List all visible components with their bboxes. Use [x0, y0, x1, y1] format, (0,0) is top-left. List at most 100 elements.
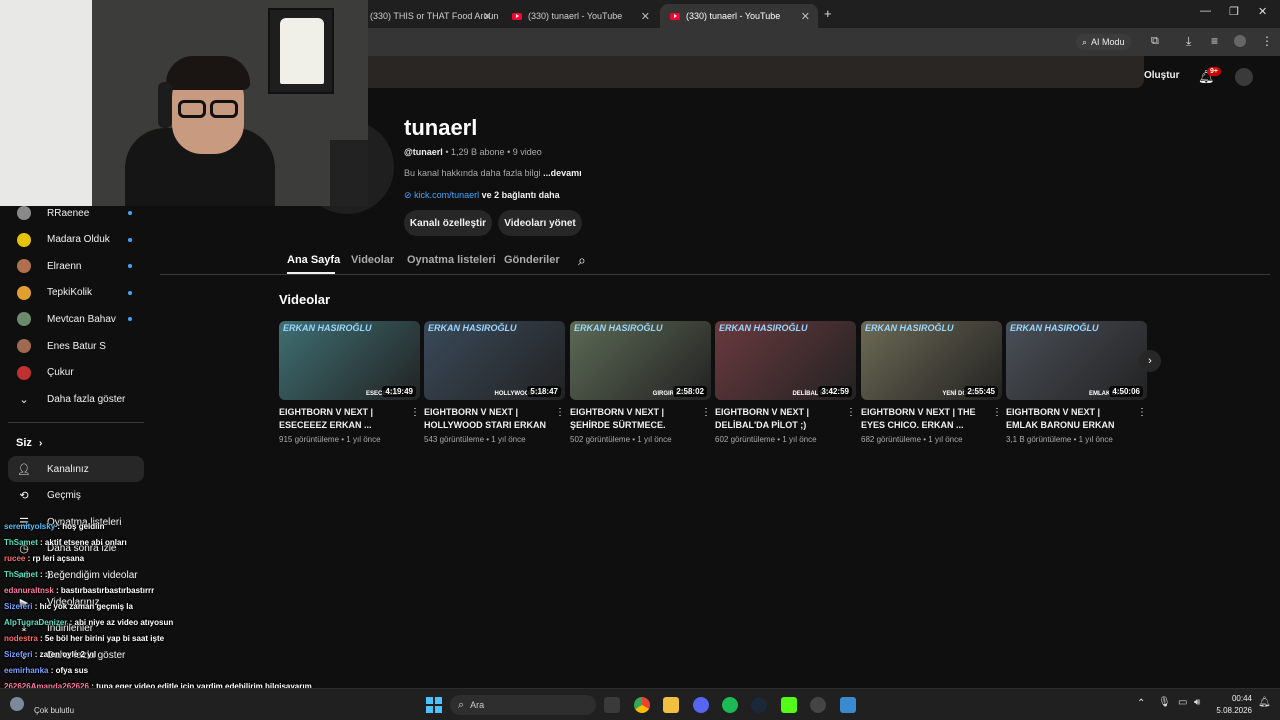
ai-mode-button[interactable]: ⌕ AI Modu [1076, 34, 1131, 50]
weather-label[interactable]: Çok bulutlu [34, 706, 74, 715]
task-view-icon[interactable] [604, 697, 620, 713]
taskbar-search[interactable]: ⌕ Ara [450, 695, 596, 715]
sidebar-subscription[interactable]: Elraenn [8, 253, 144, 279]
video-menu-icon[interactable]: ⋮ [701, 407, 711, 418]
window-close-icon[interactable]: ✕ [1258, 5, 1267, 18]
video-card[interactable]: ERKAN HASIROĞLU DELİBAL'DA P 3:42:59 EIGHTB… [715, 321, 856, 444]
video-title[interactable]: EIGHTBORN V NEXT | ŞEHİRDE SÜRTMECE. ERK… [570, 406, 698, 432]
you-heading[interactable]: Siz › [16, 437, 42, 449]
more-links-button[interactable]: ve 2 bağlantı daha [482, 190, 560, 200]
sidebar-subscription[interactable]: Madara Olduk [8, 227, 144, 253]
tab-this-or-that[interactable]: (330) THIS or THAT Food Aroun ✕ [360, 4, 500, 28]
browser-menu-icon[interactable]: ⋮ [1261, 34, 1273, 48]
chat-username: ThSamet [4, 570, 38, 579]
video-title[interactable]: EIGHTBORN V NEXT | ESECEEEZ ERKAN ... [279, 406, 407, 432]
video-title[interactable]: EIGHTBORN V NEXT | HOLLYWOOD STARI ERKAN… [424, 406, 552, 432]
video-menu-icon[interactable]: ⋮ [992, 407, 1002, 418]
video-card[interactable]: ERKAN HASIROĞLU GIRGIR ŞAM 2:58:02 EIGHTBOR… [570, 321, 711, 444]
video-card[interactable]: ERKAN HASIROĞLU YENİ DÖVME 2:55:45 EIGHTBOR… [861, 321, 1002, 444]
kick-icon[interactable] [781, 697, 797, 713]
network-icon[interactable]: ▭ [1178, 697, 1187, 708]
sidebar-subscription[interactable]: Enes Batur S [8, 333, 144, 359]
sidebar-subscription[interactable]: Mevtcan Bahav [8, 306, 144, 332]
account-avatar[interactable] [1235, 68, 1253, 86]
upload-age: 1 yıl önce [928, 435, 963, 444]
tab-close-icon[interactable]: ✕ [483, 10, 492, 23]
channel-about[interactable]: Bu kanal hakkında daha fazla bilgi ...de… [404, 168, 582, 178]
discord-icon[interactable] [693, 697, 709, 713]
minimize-icon[interactable]: — [1200, 5, 1211, 17]
chrome-icon[interactable] [634, 697, 650, 713]
clock-date[interactable]: 5.08.2026 [1208, 706, 1252, 715]
obs-icon[interactable] [810, 697, 826, 713]
kick-link[interactable]: kick.com/tunaerl [414, 190, 479, 200]
extensions-icon[interactable]: ⧉ [1151, 35, 1159, 48]
channel-search-icon[interactable]: ⌕ [578, 252, 586, 269]
tab-playlists[interactable]: Oynatma listeleri [407, 254, 496, 266]
video-menu-icon[interactable]: ⋮ [410, 407, 420, 418]
volume-icon[interactable]: 🔊︎ [1194, 697, 1200, 708]
sidebar-show-more[interactable]: ⌄ Daha fazla göster [8, 386, 144, 412]
video-thumbnail[interactable]: ERKAN HASIROĞLU DELİBAL'DA P 3:42:59 [715, 321, 856, 400]
history-icon: ⟲ [19, 490, 29, 503]
tab-title: (330) tunaerl - YouTube [528, 11, 623, 21]
ai-mode-label: AI Modu [1091, 37, 1125, 47]
chevron-up-icon[interactable]: ⌃ [1137, 698, 1145, 709]
channel-links: ⊘ kick.com/tunaerl ve 2 bağlantı daha [404, 190, 560, 201]
new-content-dot [128, 211, 132, 215]
download-icon[interactable]: ⤓ [1186, 34, 1191, 49]
sidebar-subscription[interactable]: Çukur [8, 360, 144, 386]
streamer-hair [166, 56, 250, 90]
file-explorer-icon[interactable] [663, 697, 679, 713]
new-tab-button[interactable]: + [824, 6, 832, 21]
sidebar-subscription[interactable]: TepkiKolik [8, 280, 144, 306]
section-title: Videolar [279, 292, 331, 307]
sidebar-you-item[interactable]: 👤︎ Kanalınız [8, 456, 144, 482]
tab-videos[interactable]: Videolar [351, 254, 394, 266]
video-menu-icon[interactable]: ⋮ [1137, 407, 1147, 418]
chat-username: ThSamet [4, 538, 38, 547]
notification-center-icon[interactable]: 🔔︎ [1258, 697, 1271, 708]
tab-search-icon[interactable]: ≡ [1211, 34, 1218, 48]
video-title[interactable]: EIGHTBORN V NEXT | THE EYES CHICO. ERKAN… [861, 406, 989, 432]
subscription-label: Mevtcan Bahav [47, 313, 116, 325]
tab-tunaerl-active[interactable]: (330) tunaerl - YouTube ✕ [660, 4, 818, 28]
tab-close-icon[interactable]: ✕ [801, 10, 810, 23]
video-card[interactable]: ERKAN HASIROĞLUESECEEEZ4:19:49 EIGHTBORN … [279, 321, 420, 444]
video-card[interactable]: ERKAN HASIROĞLU EMLAK BAR 4:50:06 EIGHTBORN… [1006, 321, 1147, 444]
spotify-icon[interactable] [722, 697, 738, 713]
video-thumbnail[interactable]: ERKAN HASIROĞLU GIRGIR ŞAM 2:58:02 [570, 321, 711, 400]
steam-icon[interactable] [751, 697, 767, 713]
manage-videos-button[interactable]: Videoları yönet [498, 210, 582, 236]
tab-posts[interactable]: Gönderiler [504, 254, 560, 266]
tab-tunaerl-1[interactable]: (330) tunaerl - YouTube ✕ [502, 4, 658, 28]
video-card[interactable]: ERKAN HASIROĞLU HOLLYWOOD ST 5:18:47 EIGHTB… [424, 321, 565, 444]
video-menu-icon[interactable]: ⋮ [846, 407, 856, 418]
sidebar-item-label: Kanalınız [47, 463, 89, 475]
chat-text: : ofya sus [50, 666, 89, 675]
clock-time[interactable]: 00:44 [1216, 694, 1252, 703]
windows-start-icon[interactable] [426, 697, 442, 713]
shelf-next-button[interactable]: › [1139, 350, 1161, 372]
video-title[interactable]: EIGHTBORN V NEXT | EMLAK BARONU ERKAN HA… [1006, 406, 1134, 432]
video-thumbnail[interactable]: ERKAN HASIROĞLUESECEEEZ4:19:49 [279, 321, 420, 400]
video-thumbnail[interactable]: ERKAN HASIROĞLU HOLLYWOOD ST 5:18:47 [424, 321, 565, 400]
view-count: 3,1 B görüntüleme [1006, 435, 1072, 444]
video-thumbnail[interactable]: ERKAN HASIROĞLU YENİ DÖVME 2:55:45 [861, 321, 1002, 400]
sidebar-you-item[interactable]: ⟲ Geçmiş [8, 483, 144, 509]
tab-home[interactable]: Ana Sayfa [287, 254, 340, 266]
about-more-link[interactable]: ...devamı [543, 168, 582, 178]
video-title[interactable]: EIGHTBORN V NEXT | DELİBAL'DA PİLOT ;) E… [715, 406, 843, 432]
microphone-icon[interactable]: 🎙︎ [1158, 697, 1171, 708]
create-button[interactable]: Oluştur [1144, 70, 1180, 81]
video-menu-icon[interactable]: ⋮ [555, 407, 565, 418]
notepad-icon[interactable] [840, 697, 856, 713]
profile-avatar[interactable] [1234, 35, 1246, 47]
weather-icon[interactable] [10, 697, 24, 711]
customize-channel-button[interactable]: Kanalı özelleştir [404, 210, 492, 236]
restore-icon[interactable]: ❐ [1229, 5, 1239, 18]
channel-avatar-icon [17, 312, 31, 327]
tab-close-icon[interactable]: ✕ [641, 10, 650, 23]
webcam-overlay [0, 0, 368, 206]
video-thumbnail[interactable]: ERKAN HASIROĞLU EMLAK BAR 4:50:06 [1006, 321, 1147, 400]
